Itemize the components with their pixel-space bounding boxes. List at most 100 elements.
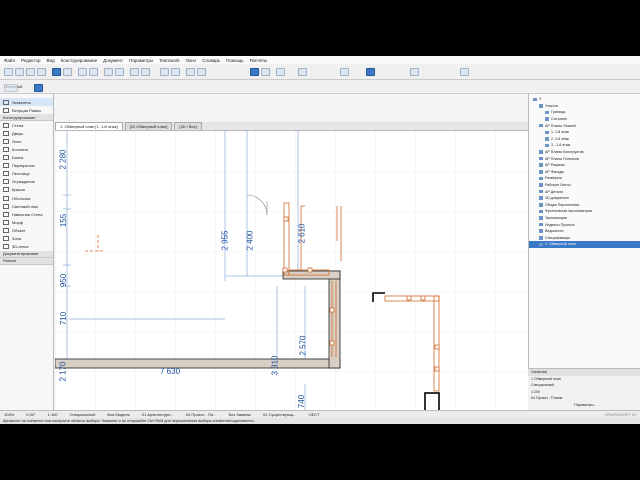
navigator-item[interactable]: Экспликации <box>529 215 640 222</box>
layer-combo[interactable]: Специальный <box>70 412 96 417</box>
navigator-item[interactable]: АР Разрезы <box>529 162 640 169</box>
zoom-icon[interactable] <box>104 68 113 76</box>
tool-window[interactable]: Окно <box>0 137 53 145</box>
tab-3d[interactable]: [3D / Все] <box>174 122 202 130</box>
menu-dictionary[interactable]: Словарь <box>202 58 220 63</box>
tool-mesh[interactable]: 3D-сетка <box>0 243 53 251</box>
renovation-filter[interactable]: Без Замены <box>229 412 251 417</box>
gravity-icon[interactable] <box>250 68 259 76</box>
open-file-icon[interactable] <box>15 68 24 76</box>
selection-method-icon[interactable] <box>34 84 43 92</box>
section-more-header[interactable]: Разное <box>0 257 53 265</box>
teamwork-icon[interactable] <box>298 68 307 76</box>
section-document-header[interactable]: Документирование <box>0 250 53 258</box>
renovation-status[interactable]: 01 Существующ... <box>263 412 296 417</box>
navigator-item[interactable]: Рабочие Листы <box>529 182 640 189</box>
tool-door[interactable]: Дверь <box>0 129 53 137</box>
guide-icon[interactable] <box>197 68 206 76</box>
tool-slab[interactable]: Перекрытие <box>0 162 53 170</box>
menu-help[interactable]: Помощь <box>226 58 243 63</box>
tool-roof[interactable]: Крыша <box>0 186 53 194</box>
section-design-header[interactable]: Конструирование <box>0 114 53 122</box>
tool-zone[interactable]: Зона <box>0 235 53 243</box>
suspend-groups-icon[interactable] <box>261 68 270 76</box>
layers-icon[interactable] <box>171 68 180 76</box>
navigator-item[interactable]: 2. 2-й этаж <box>529 136 640 143</box>
tool-railing[interactable]: Ограждение <box>0 178 53 186</box>
tool-column[interactable]: Колонна <box>0 145 53 153</box>
angle-value[interactable]: 0,00° <box>26 412 35 417</box>
navigator-item-label: Экспликации <box>545 215 567 220</box>
renovation-icon[interactable] <box>460 68 469 76</box>
navigator-item[interactable]: АР Планы Этажей <box>529 122 640 129</box>
navigator-item[interactable]: 3 <box>529 96 640 103</box>
measure-icon[interactable] <box>366 68 375 76</box>
3d-view-icon[interactable] <box>130 68 139 76</box>
navigator-item[interactable]: Фронтальная Аксонометрия <box>529 208 640 215</box>
navigator-item[interactable]: 1. 1-й этаж <box>529 129 640 136</box>
magic-wand-icon[interactable] <box>276 68 285 76</box>
properties-panel: Свойства 1 Обмерный план Специальный 1:1… <box>528 368 640 410</box>
settings-button[interactable]: Параметры... <box>528 402 640 409</box>
tool-morph[interactable]: Морф <box>0 218 53 226</box>
model-view[interactable]: Вся Модель <box>107 412 129 417</box>
section-icon[interactable] <box>141 68 150 76</box>
navigator-item[interactable]: 1. Обмерный план <box>529 241 640 248</box>
navigator-item[interactable]: Спецификации <box>529 234 640 241</box>
tool-object[interactable]: Объект <box>0 226 53 234</box>
navigator-item[interactable]: Общая Перспектива <box>529 202 640 209</box>
tool-beam[interactable]: Балка <box>0 154 53 162</box>
navigator-item[interactable]: Границы <box>529 109 640 116</box>
navigator-item[interactable]: 3. -1-й этаж <box>529 142 640 149</box>
tool-curtain-wall[interactable]: Навесная Стена <box>0 210 53 218</box>
model-view-options[interactable]: 04 Проект - Пл... <box>186 412 217 417</box>
tab-survey-plan[interactable]: [02 Обмерный план] <box>124 122 173 130</box>
menu-window[interactable]: Окно <box>186 58 196 63</box>
navigator-item[interactable]: Ведомости <box>529 228 640 235</box>
tool-skylight[interactable]: Световой люк <box>0 202 53 210</box>
redo-icon[interactable] <box>89 68 98 76</box>
marquee-icon[interactable] <box>63 68 72 76</box>
tool-marquee[interactable]: Бегущая Рамка <box>0 106 53 114</box>
navigator-item[interactable]: АР Планы Конструктив <box>529 149 640 156</box>
dim-7630: 7 630 <box>160 367 181 376</box>
tool-stair[interactable]: Лестница <box>0 170 53 178</box>
navigator-item[interactable]: АР Детали <box>529 188 640 195</box>
navigator-item[interactable]: Состояне <box>529 116 640 123</box>
navigator-item[interactable]: 3D-документы <box>529 195 640 202</box>
menu-document[interactable]: Документ <box>103 58 123 63</box>
menu-design[interactable]: Конструирование <box>61 58 98 63</box>
save-icon[interactable] <box>26 68 35 76</box>
menu-view[interactable]: Вид <box>46 58 54 63</box>
tab-floor-plan[interactable]: 1. Обмерный план [1. 1-й этаж] <box>55 122 123 130</box>
menu-file[interactable]: Файл <box>4 58 15 63</box>
undo-icon[interactable] <box>78 68 87 76</box>
navigator-item[interactable]: АР Фасады <box>529 169 640 176</box>
menu-calculations[interactable]: Расчёты <box>250 58 268 63</box>
stair-icon <box>3 171 9 177</box>
pan-icon[interactable] <box>115 68 124 76</box>
pen-set-icon[interactable] <box>340 68 349 76</box>
trace-icon[interactable] <box>160 68 169 76</box>
arrow-tool-icon[interactable] <box>52 68 61 76</box>
new-file-icon[interactable] <box>4 68 13 76</box>
pen-set[interactable]: 01 Архитектурн... <box>142 412 174 417</box>
selection-dropdown[interactable] <box>4 84 18 92</box>
menu-teamwork[interactable]: Teamwork <box>159 58 180 63</box>
scale-value[interactable]: 1:100 <box>48 412 58 417</box>
print-icon[interactable] <box>37 68 46 76</box>
menu-options[interactable]: Параметры <box>129 58 153 63</box>
zoom-value[interactable]: 104% <box>4 412 14 417</box>
view-settings-icon[interactable] <box>410 68 419 76</box>
floor-plan-canvas[interactable]: 2 280 155 950 710 2 170 7 630 2 955 2 40… <box>55 131 528 410</box>
slab-icon <box>3 163 9 169</box>
navigator-item[interactable]: Развертки <box>529 175 640 182</box>
tool-arrow[interactable]: Указатель <box>0 98 53 107</box>
grid-snap-icon[interactable] <box>186 68 195 76</box>
navigator-item[interactable]: АР Планы Потолков <box>529 155 640 162</box>
tool-wall[interactable]: Стена <box>0 121 53 129</box>
tool-shell[interactable]: Оболочка <box>0 194 53 202</box>
menu-edit[interactable]: Редактор <box>21 58 40 63</box>
navigator-item[interactable]: Участок <box>529 103 640 110</box>
navigator-item[interactable]: Индексы Проекта <box>529 221 640 228</box>
